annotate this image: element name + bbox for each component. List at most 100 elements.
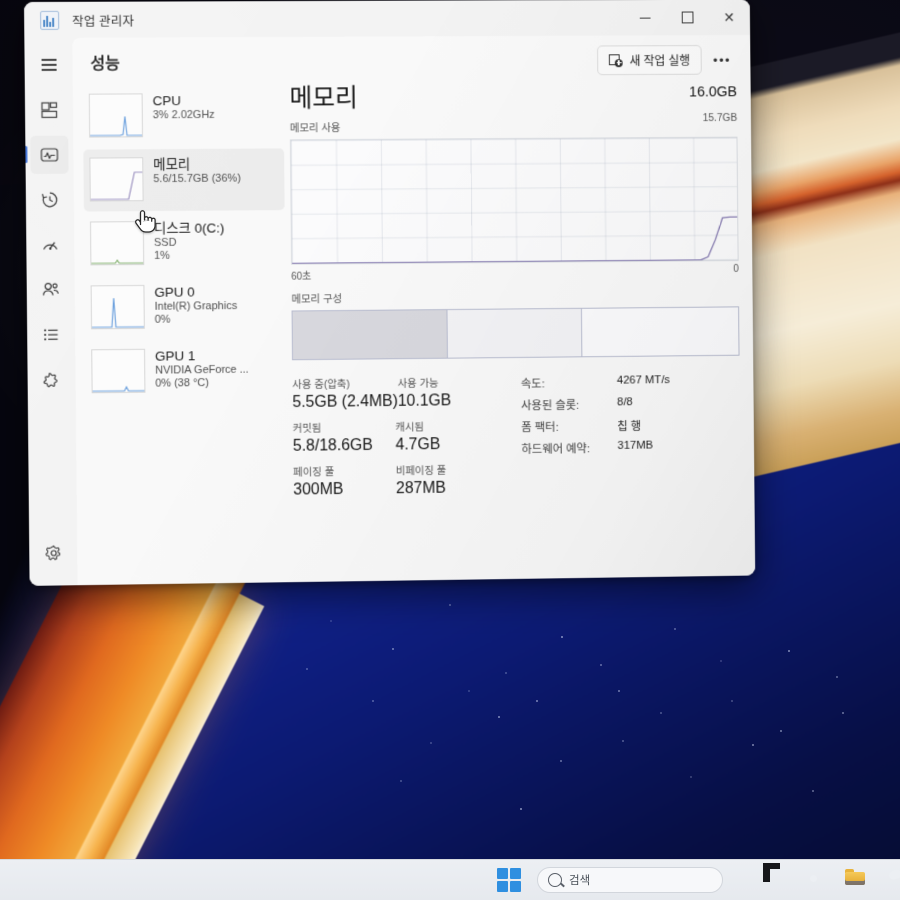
minimize-button[interactable] <box>624 0 666 36</box>
content-header: 성능 새 작업 실행 ••• <box>72 35 750 86</box>
memory-composition-bar <box>292 306 740 360</box>
stat-row: 페이징 풀 300MB 비페이징 풀 287MB <box>293 462 522 500</box>
sidebar-item-details[interactable] <box>32 316 70 354</box>
run-new-task-label: 새 작업 실행 <box>629 52 690 69</box>
processes-icon <box>40 101 57 118</box>
stat-row: 사용 중(압축) 5.5GB (2.4MB) 사용 가능 10.1GB <box>292 375 521 412</box>
sidebar-item-processes[interactable] <box>30 91 68 129</box>
stat-speed: 속도: 4267 MT/s <box>521 373 740 391</box>
device-item-memory-text: 메모리 5.6/15.7GB (36%) <box>153 157 241 186</box>
stat-in-use: 사용 중(압축) 5.5GB (2.4MB) <box>292 376 398 412</box>
device-sub2: 1% <box>154 249 225 263</box>
run-new-task-button[interactable]: 새 작업 실행 <box>597 45 702 75</box>
stat-label: 하드웨어 예약: <box>521 440 617 457</box>
device-item-gpu-1[interactable]: GPU 1 NVIDIA GeForce ... 0% (38 °C) <box>85 339 286 403</box>
stat-value: 칩 행 <box>617 418 641 434</box>
graph-axis-labels: 60초 0 <box>291 264 739 283</box>
task-manager-window: 작업 관리자 ✕ 성능 새 작업 실행 ••• CPU 3% 2.02GHz 메… <box>24 0 755 586</box>
composition-segment <box>447 309 582 358</box>
copilot-taskbar-icon[interactable] <box>804 869 826 891</box>
taskbar-search-box[interactable]: 검색 <box>537 867 723 893</box>
device-sub1: SSD <box>154 236 225 249</box>
stat-available: 사용 가능 10.1GB <box>398 375 501 411</box>
stat-label: 사용된 슬롯: <box>521 396 617 413</box>
search-icon <box>548 873 562 887</box>
device-item-cpu-text: CPU 3% 2.02GHz <box>153 93 215 122</box>
device-item-gpu1-text: GPU 1 NVIDIA GeForce ... 0% (38 °C) <box>155 348 249 391</box>
performance-panes: CPU 3% 2.02GHz 메모리 5.6/15.7GB (36%) 디스크 … <box>73 82 755 585</box>
stat-label: 사용 가능 <box>398 375 500 391</box>
stat-value: 287MB <box>396 479 498 498</box>
users-icon <box>42 281 60 299</box>
device-name: GPU 1 <box>155 348 249 365</box>
detail-header: 메모리 메모리 사용 16.0GB 15.7GB <box>289 82 737 135</box>
stat-label: 폼 팩터: <box>521 418 617 435</box>
cpu-thumbnail-graph <box>89 93 143 137</box>
stat-value: 5.8/18.6GB <box>293 437 396 456</box>
page-title: 성능 <box>90 50 120 74</box>
stat-label: 페이징 풀 <box>293 463 396 479</box>
device-item-gpu-0[interactable]: GPU 0 Intel(R) Graphics 0% <box>85 276 286 340</box>
composition-segment <box>581 307 738 356</box>
rail-spacer <box>52 406 53 534</box>
app-history-icon <box>41 191 59 209</box>
memory-detail-pane: 메모리 메모리 사용 16.0GB 15.7GB 60초 0 메모리 구성 사용… <box>283 82 755 582</box>
maximize-button[interactable] <box>666 0 708 35</box>
device-item-cpu[interactable]: CPU 3% 2.02GHz <box>83 85 284 148</box>
sidebar-item-performance[interactable] <box>30 136 68 174</box>
sidebar-item-services[interactable] <box>32 361 70 399</box>
gear-icon <box>45 544 62 561</box>
detail-title: 메모리 <box>289 86 357 111</box>
device-sub1: 3% 2.02GHz <box>153 109 215 122</box>
close-button[interactable]: ✕ <box>708 0 750 35</box>
memory-total: 16.0GB <box>689 84 737 100</box>
sidebar-item-users[interactable] <box>32 271 70 309</box>
search-placeholder: 검색 <box>569 872 590 888</box>
hamburger-menu-button[interactable] <box>29 46 67 84</box>
stat-form-factor: 폼 팩터: 칩 행 <box>521 417 740 435</box>
disk-thumbnail-graph <box>90 221 144 265</box>
sidebar-item-startup-apps[interactable] <box>31 226 69 264</box>
stat-value: 8/8 <box>617 396 633 412</box>
graph-max-label: 15.7GB <box>689 112 737 124</box>
device-name: 디스크 0(C:) <box>154 220 225 236</box>
startup-apps-icon <box>41 236 59 254</box>
device-sub1: NVIDIA GeForce ... <box>155 364 249 378</box>
stat-cached: 캐시됨 4.7GB <box>395 419 498 455</box>
windows-taskbar: 검색 <box>0 859 900 900</box>
task-manager-icon <box>40 10 59 29</box>
stat-committed: 커밋됨 5.8/18.6GB <box>293 420 396 456</box>
content-area: 성능 새 작업 실행 ••• CPU 3% 2.02GHz 메모리 5.6/15… <box>72 35 755 585</box>
stat-value: 5.5GB (2.4MB) <box>292 393 398 412</box>
taskmanager-taskbar-icon[interactable] <box>763 869 785 891</box>
details-icon <box>42 326 60 344</box>
file-explorer-taskbar-icon[interactable] <box>845 869 867 891</box>
composition-caption: 메모리 구성 <box>291 288 739 307</box>
navigation-rail <box>24 38 77 586</box>
device-name: CPU <box>153 93 215 109</box>
more-options-button[interactable]: ••• <box>707 46 736 74</box>
stat-hardware-reserved: 하드웨어 예약: 317MB <box>521 439 740 457</box>
device-item-memory[interactable]: 메모리 5.6/15.7GB (36%) <box>83 148 284 211</box>
settings-button[interactable] <box>34 533 72 571</box>
memory-thumbnail-graph <box>89 157 143 201</box>
device-item-gpu0-text: GPU 0 Intel(R) Graphics 0% <box>154 284 237 326</box>
device-item-disk-text: 디스크 0(C:) SSD 1% <box>154 220 225 262</box>
stat-slots-used: 사용된 슬롯: 8/8 <box>521 395 740 413</box>
window-title: 작업 관리자 <box>72 10 134 29</box>
memory-stats-right: 속도: 4267 MT/s 사용된 슬롯: 8/8 폼 팩터: 칩 행 하드웨어… <box>521 372 741 505</box>
sidebar-item-app-history[interactable] <box>31 181 69 219</box>
stat-label: 캐시됨 <box>395 419 497 435</box>
device-item-disk-0[interactable]: 디스크 0(C:) SSD 1% <box>84 212 285 275</box>
gpu0-thumbnail-graph <box>91 285 145 329</box>
graph-axis-right: 0 <box>733 264 739 279</box>
edge-taskbar-icon[interactable] <box>886 869 900 891</box>
device-sub2: 0% <box>155 313 238 327</box>
stat-value: 317MB <box>617 440 653 456</box>
taskbar-inner: 검색 <box>497 867 900 893</box>
stat-value: 4.7GB <box>395 435 498 454</box>
hamburger-icon <box>41 59 56 70</box>
windows-start-icon[interactable] <box>497 868 521 892</box>
detail-header-right: 16.0GB 15.7GB <box>689 84 737 124</box>
detail-header-left: 메모리 메모리 사용 <box>289 86 358 135</box>
